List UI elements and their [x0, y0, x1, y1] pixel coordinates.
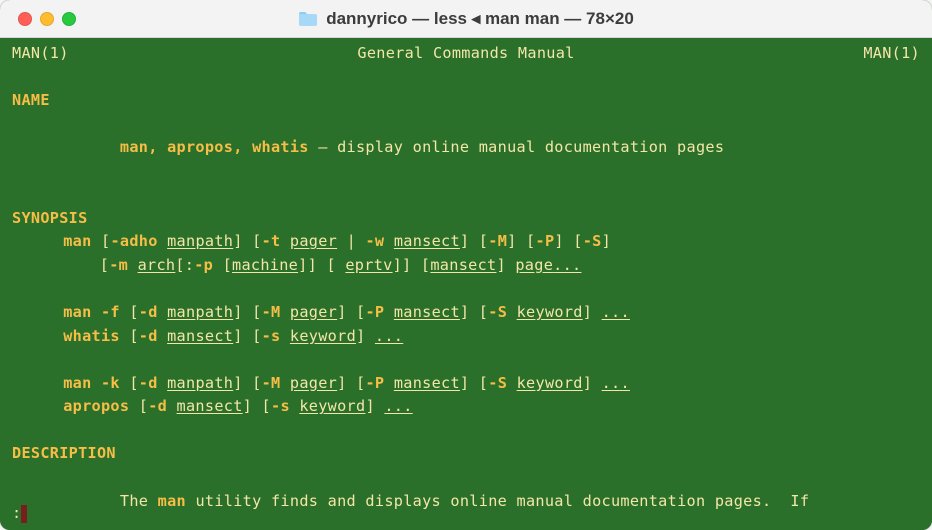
section-heading-description: DESCRIPTION — [12, 442, 920, 466]
name-line: man, apropos, whatis – display online ma… — [12, 113, 920, 184]
terminal-window: dannyrico — less ◂ man man — 78×20 MAN(1… — [0, 0, 932, 530]
description-line-1: The man utility finds and displays onlin… — [12, 466, 920, 530]
section-heading-name: NAME — [12, 89, 920, 113]
synopsis-line: man -f [-d manpath] [-M pager] [-P manse… — [12, 301, 920, 325]
minimize-icon[interactable] — [40, 12, 54, 26]
window-title-area: dannyrico — less ◂ man man — 78×20 — [0, 9, 932, 29]
less-status-line: : — [12, 502, 27, 526]
window-title: dannyrico — less ◂ man man — 78×20 — [326, 9, 634, 29]
terminal-viewport[interactable]: MAN(1) General Commands Manual MAN(1) NA… — [0, 38, 932, 530]
less-prompt: : — [12, 502, 21, 526]
window-controls — [18, 12, 76, 26]
folder-icon — [298, 11, 318, 27]
titlebar[interactable]: dannyrico — less ◂ man man — 78×20 — [0, 0, 932, 38]
close-icon[interactable] — [18, 12, 32, 26]
synopsis-line: man -k [-d manpath] [-M pager] [-P manse… — [12, 372, 920, 396]
header-center: General Commands Manual — [357, 42, 574, 66]
synopsis-body: man [-adho manpath] [-t pager | -w manse… — [12, 230, 920, 418]
header-right: MAN(1) — [863, 42, 920, 66]
section-heading-synopsis: SYNOPSIS — [12, 207, 920, 231]
header-left: MAN(1) — [12, 42, 69, 66]
manpage-header: MAN(1) General Commands Manual MAN(1) — [12, 42, 920, 66]
synopsis-line: whatis [-d mansect] [-s keyword] ... — [12, 325, 920, 349]
cursor-icon — [21, 505, 27, 523]
synopsis-line: [-m arch[:-p [machine]] [ eprtv]] [manse… — [12, 254, 920, 278]
maximize-icon[interactable] — [62, 12, 76, 26]
synopsis-line: man [-adho manpath] [-t pager | -w manse… — [12, 230, 920, 254]
synopsis-line: apropos [-d mansect] [-s keyword] ... — [12, 395, 920, 419]
